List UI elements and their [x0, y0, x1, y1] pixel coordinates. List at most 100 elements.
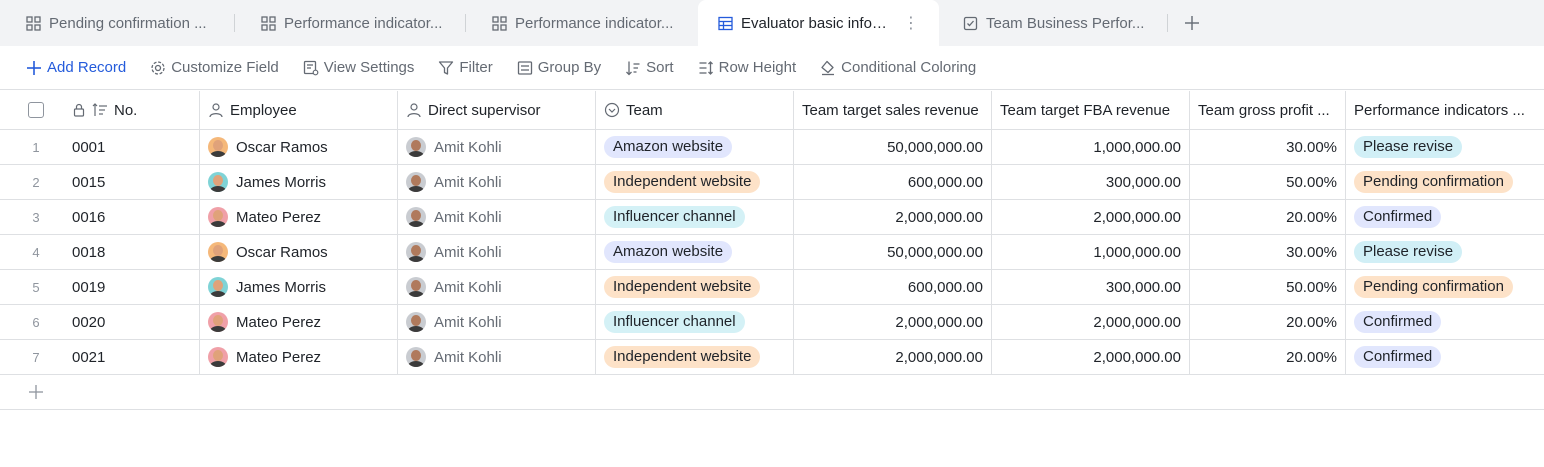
cell-gross-profit[interactable]: 50.00%	[1190, 270, 1346, 304]
cell-fba[interactable]: 2,000,000.00	[992, 340, 1190, 374]
cell-fba[interactable]: 2,000,000.00	[992, 200, 1190, 234]
row-index: 6	[0, 305, 72, 339]
cell-employee[interactable]: James Morris	[200, 270, 398, 304]
cell-sales[interactable]: 2,000,000.00	[794, 200, 992, 234]
tab-evaluator-basic-information[interactable]: Evaluator basic inform... ⋮	[698, 0, 939, 46]
cell-supervisor[interactable]: Amit Kohli	[398, 340, 596, 374]
conditional-coloring-button[interactable]: Conditional Coloring	[820, 59, 976, 76]
tab-performance-indicator-2[interactable]: Performance indicator...	[466, 0, 698, 46]
cell-gross-profit[interactable]: 20.00%	[1190, 305, 1346, 339]
cell-employee[interactable]: Oscar Ramos	[200, 235, 398, 269]
cell-no[interactable]: 0001	[72, 130, 200, 164]
add-row-button[interactable]	[0, 375, 1544, 410]
cell-supervisor[interactable]: Amit Kohli	[398, 200, 596, 234]
cell-no[interactable]: 0019	[72, 270, 200, 304]
cell-fba[interactable]: 2,000,000.00	[992, 305, 1190, 339]
cell-performance[interactable]: Pending confirmation	[1346, 270, 1544, 304]
add-record-button[interactable]: Add Record	[26, 59, 126, 76]
cell-performance[interactable]: Pending confirmation	[1346, 165, 1544, 199]
cell-no[interactable]: 0018	[72, 235, 200, 269]
group-by-button[interactable]: Group By	[517, 59, 601, 76]
cell-supervisor[interactable]: Amit Kohli	[398, 165, 596, 199]
cell-employee[interactable]: Mateo Perez	[200, 200, 398, 234]
cell-no[interactable]: 0016	[72, 200, 200, 234]
cell-team[interactable]: Amazon website	[596, 235, 794, 269]
cell-fba[interactable]: 300,000.00	[992, 270, 1190, 304]
cell-no[interactable]: 0020	[72, 305, 200, 339]
cell-performance[interactable]: Confirmed	[1346, 340, 1544, 374]
filter-button[interactable]: Filter	[438, 59, 493, 76]
table-row[interactable]: 3 0016 Mateo Perez Amit Kohli Influencer…	[0, 200, 1544, 235]
table-row[interactable]: 5 0019 James Morris Amit Kohli Independe…	[0, 270, 1544, 305]
cell-fba[interactable]: 1,000,000.00	[992, 235, 1190, 269]
cell-team[interactable]: Influencer channel	[596, 305, 794, 339]
cell-gross-profit[interactable]: 30.00%	[1190, 130, 1346, 164]
cell-sales[interactable]: 2,000,000.00	[794, 305, 992, 339]
cell-team[interactable]: Influencer channel	[596, 200, 794, 234]
cell-sales[interactable]: 600,000.00	[794, 270, 992, 304]
column-header-gross-profit[interactable]: Team gross profit ...	[1190, 91, 1346, 129]
column-header-team[interactable]: Team	[596, 91, 794, 129]
column-header-sales[interactable]: Team target sales revenue	[794, 91, 992, 129]
column-header-performance[interactable]: Performance indicators ...	[1346, 91, 1544, 129]
row-height-button[interactable]: Row Height	[698, 59, 796, 76]
cell-employee[interactable]: Mateo Perez	[200, 340, 398, 374]
table-row[interactable]: 7 0021 Mateo Perez Amit Kohli Independen…	[0, 340, 1544, 375]
cell-no[interactable]: 0015	[72, 165, 200, 199]
cell-performance[interactable]: Please revise	[1346, 130, 1544, 164]
sort-icon	[626, 61, 640, 75]
table-row[interactable]: 1 0001 Oscar Ramos Amit Kohli Amazon web…	[0, 130, 1544, 165]
column-header-employee[interactable]: Employee	[200, 91, 398, 129]
customize-field-button[interactable]: Customize Field	[150, 59, 279, 76]
status-badge: Confirmed	[1354, 206, 1442, 228]
select-all-checkbox[interactable]	[28, 102, 44, 118]
cell-supervisor[interactable]: Amit Kohli	[398, 270, 596, 304]
cell-employee[interactable]: Mateo Perez	[200, 305, 398, 339]
cell-fba[interactable]: 300,000.00	[992, 165, 1190, 199]
avatar	[208, 207, 228, 227]
cell-sales[interactable]: 50,000,000.00	[794, 235, 992, 269]
status-badge: Confirmed	[1354, 346, 1442, 368]
cell-sales[interactable]: 50,000,000.00	[794, 130, 992, 164]
row-index: 7	[0, 340, 72, 374]
cell-fba[interactable]: 1,000,000.00	[992, 130, 1190, 164]
cell-sales[interactable]: 2,000,000.00	[794, 340, 992, 374]
sort-button[interactable]: Sort	[625, 59, 674, 76]
column-header-supervisor[interactable]: Direct supervisor	[398, 91, 596, 129]
tab-performance-indicator-1[interactable]: Performance indicator...	[235, 0, 465, 46]
cell-gross-profit[interactable]: 50.00%	[1190, 165, 1346, 199]
cell-team[interactable]: Independent website	[596, 270, 794, 304]
view-settings-button[interactable]: View Settings	[303, 59, 414, 76]
cell-gross-profit[interactable]: 30.00%	[1190, 235, 1346, 269]
cell-team[interactable]: Amazon website	[596, 130, 794, 164]
row-height-icon	[699, 60, 713, 75]
cell-supervisor[interactable]: Amit Kohli	[398, 130, 596, 164]
cell-performance[interactable]: Confirmed	[1346, 305, 1544, 339]
table-row[interactable]: 2 0015 James Morris Amit Kohli Independe…	[0, 165, 1544, 200]
avatar	[208, 347, 228, 367]
cell-sales[interactable]: 600,000.00	[794, 165, 992, 199]
cell-gross-profit[interactable]: 20.00%	[1190, 340, 1346, 374]
gross-profit-value: 50.00%	[1286, 278, 1337, 296]
cell-employee[interactable]: James Morris	[200, 165, 398, 199]
column-header-fba[interactable]: Team target FBA revenue	[992, 91, 1190, 129]
table-row[interactable]: 4 0018 Oscar Ramos Amit Kohli Amazon web…	[0, 235, 1544, 270]
supervisor-name: Amit Kohli	[434, 173, 502, 191]
cell-team[interactable]: Independent website	[596, 165, 794, 199]
tab-team-business-performance[interactable]: Team Business Perfor...	[939, 0, 1167, 46]
column-header-no[interactable]: No.	[72, 91, 200, 129]
cell-supervisor[interactable]: Amit Kohli	[398, 305, 596, 339]
cell-gross-profit[interactable]: 20.00%	[1190, 200, 1346, 234]
cell-performance[interactable]: Confirmed	[1346, 200, 1544, 234]
add-view-button[interactable]	[1168, 0, 1216, 46]
cell-team[interactable]: Independent website	[596, 340, 794, 374]
row-index: 2	[0, 165, 72, 199]
more-options-icon[interactable]: ⋮	[903, 13, 919, 33]
cell-no[interactable]: 0021	[72, 340, 200, 374]
customize-field-label: Customize Field	[171, 59, 279, 76]
table-row[interactable]: 6 0020 Mateo Perez Amit Kohli Influencer…	[0, 305, 1544, 340]
tab-pending-confirmation[interactable]: Pending confirmation ...	[0, 0, 234, 46]
cell-supervisor[interactable]: Amit Kohli	[398, 235, 596, 269]
cell-employee[interactable]: Oscar Ramos	[200, 130, 398, 164]
cell-performance[interactable]: Please revise	[1346, 235, 1544, 269]
